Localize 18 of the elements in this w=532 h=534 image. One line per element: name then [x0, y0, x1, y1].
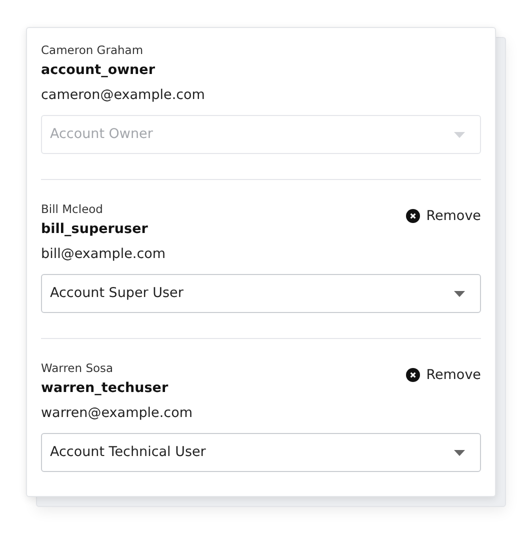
close-icon: [406, 368, 420, 382]
close-icon: [406, 209, 420, 223]
member-email: cameron@example.com: [41, 86, 205, 105]
role-select[interactable]: Account Technical User: [41, 433, 481, 472]
member-name: Cameron Graham: [41, 42, 144, 58]
remove-button[interactable]: Remove: [406, 206, 481, 226]
caret-icon: [454, 290, 465, 296]
member-username: account_owner: [41, 61, 156, 80]
member-username: bill_superuser: [41, 220, 149, 239]
member-name: Warren Sosa: [41, 360, 114, 376]
member-email: bill@example.com: [41, 245, 166, 264]
caret-icon: [454, 132, 465, 138]
member-username: warren_techuser: [41, 379, 170, 398]
caret-icon: [454, 450, 465, 456]
member-name: Bill Mcleod: [41, 201, 104, 217]
member-email: warren@example.com: [41, 404, 192, 423]
role-select[interactable]: Account Super User: [41, 274, 481, 313]
remove-button[interactable]: Remove: [406, 365, 481, 385]
